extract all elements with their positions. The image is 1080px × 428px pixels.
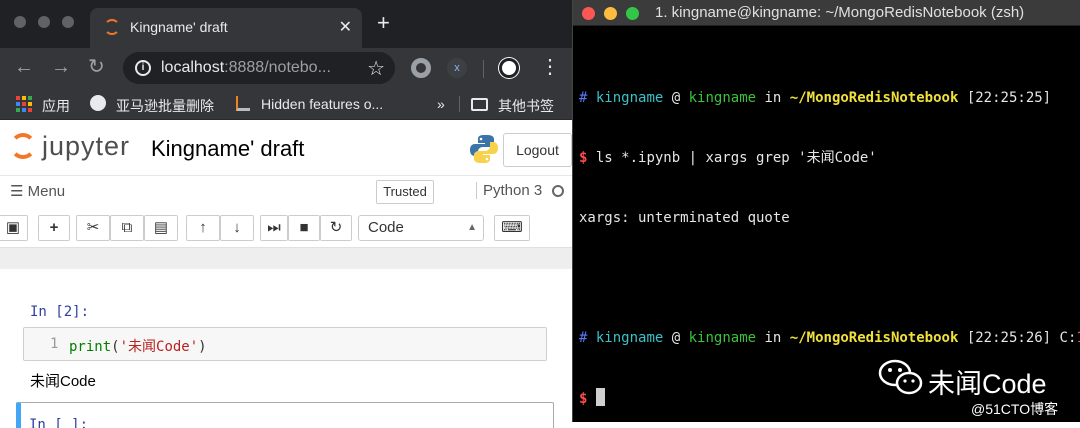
folder-icon: [471, 98, 488, 111]
cell-prompt-empty: In [ ]:: [29, 417, 89, 428]
watermark-site: @51CTO博客: [971, 401, 1059, 417]
kernel-idle-icon: [552, 185, 564, 197]
save-icon[interactable]: ▣: [0, 215, 28, 241]
restart-icon[interactable]: ↻: [320, 215, 352, 241]
minimize-window-icon[interactable]: [38, 16, 50, 28]
notebook-title[interactable]: Kingname' draft: [151, 136, 304, 162]
trusted-indicator[interactable]: Trusted: [376, 180, 434, 204]
browser-window: Kingname' draft ✕ + ← → ↻ i localhost:88…: [0, 0, 572, 428]
globe-icon: [90, 95, 106, 111]
extension-circle-icon[interactable]: [411, 58, 431, 78]
wechat-icon: [878, 359, 923, 395]
terminal-title-bar: 1. kingname@kingname: ~/MongoRedisNotebo…: [573, 0, 1080, 26]
hamburger-icon: ☰: [10, 183, 24, 200]
terminal-title: 1. kingname@kingname: ~/MongoRedisNotebo…: [655, 4, 1025, 21]
insert-cell-icon[interactable]: +: [38, 215, 70, 241]
python-logo-icon: [470, 135, 498, 163]
select-caret-icon: ▲: [467, 222, 477, 233]
extension-x-icon[interactable]: x: [447, 58, 467, 78]
cell-output: 未闻Code: [30, 373, 96, 390]
desktop: Kingname' draft ✕ + ← → ↻ i localhost:88…: [0, 0, 1080, 428]
jupyter-logo-text[interactable]: jupyter: [42, 131, 130, 162]
browser-menu-icon[interactable]: ⋮: [540, 56, 560, 78]
run-icon[interactable]: ⏭: [260, 215, 288, 241]
close-window-icon[interactable]: [14, 16, 26, 28]
desktop-strip: [572, 422, 1080, 428]
jupyter-favicon-icon: [104, 19, 120, 35]
cut-icon[interactable]: ✂: [76, 215, 110, 241]
zoom-window-icon[interactable]: [626, 7, 639, 20]
terminal-prompt-line: # kingname @ kingname in ~/MongoRedisNot…: [579, 90, 1052, 106]
bookmark-apps[interactable]: 应用: [42, 96, 70, 116]
cell-prompt: In [2]:: [30, 304, 90, 320]
minimize-window-icon[interactable]: [604, 7, 617, 20]
cell-type-select[interactable]: Code ▲: [358, 215, 484, 241]
toolbar-divider: [483, 60, 484, 78]
forward-arrow-icon[interactable]: →: [51, 56, 71, 78]
stop-icon[interactable]: ■: [288, 215, 320, 241]
close-window-icon[interactable]: [582, 7, 595, 20]
logout-button[interactable]: Logout: [503, 133, 572, 167]
move-up-icon[interactable]: ↑: [186, 215, 220, 241]
copy-icon[interactable]: ⧉: [110, 215, 144, 241]
code-cell-input[interactable]: 1 print('未闻Code'): [23, 327, 547, 361]
line-number: 1: [50, 336, 59, 352]
terminal-window[interactable]: 1. kingname@kingname: ~/MongoRedisNotebo…: [572, 0, 1080, 422]
paste-icon[interactable]: ▤: [144, 215, 178, 241]
code-line: print('未闻Code'): [69, 339, 207, 355]
bookmark-hidden-features[interactable]: Hidden features o...: [261, 96, 383, 112]
bookmark-star-icon[interactable]: ☆: [367, 56, 385, 81]
stackoverflow-icon: [236, 96, 250, 111]
jupyter-logo-icon[interactable]: [10, 133, 36, 159]
move-down-icon[interactable]: ↓: [220, 215, 254, 241]
bookmark-other[interactable]: 其他书签: [498, 96, 554, 116]
jupyter-toolbar: ▣ + ✂ ⧉ ▤ ↑ ↓ ⏭ ■ ↻ Code ▲ ⌨: [0, 207, 572, 247]
selected-code-cell[interactable]: In [ ]:: [16, 402, 554, 428]
terminal-error-line: xargs: unterminated quote: [579, 210, 790, 226]
terminal-cursor: [595, 388, 605, 406]
tab-jupyter[interactable]: Kingname' draft ✕: [90, 8, 362, 48]
reload-icon[interactable]: ↻: [88, 56, 105, 78]
jupyter-menubar: ☰ Menu Trusted Python 3: [0, 175, 572, 207]
bookmark-amazon-delete[interactable]: 亚马逊批量删除: [116, 96, 214, 116]
close-tab-icon[interactable]: ✕: [339, 17, 352, 37]
kernel-name[interactable]: Python 3: [476, 182, 542, 199]
menu-button[interactable]: ☰ Menu: [10, 182, 65, 200]
back-arrow-icon[interactable]: ←: [14, 56, 34, 78]
notebook-area: In [2]: 1 print('未闻Code') 未闻Code In [ ]:: [0, 269, 572, 428]
new-tab-button[interactable]: +: [377, 12, 390, 34]
zoom-window-icon[interactable]: [62, 16, 74, 28]
terminal-prompt-line: # kingname @ kingname in ~/MongoRedisNot…: [579, 330, 1080, 346]
keyboard-icon[interactable]: ⌨: [494, 215, 530, 241]
bookmark-divider: [459, 96, 460, 112]
watermark-brand: 未闻Code: [928, 369, 1047, 399]
url-text: localhost:8888/notebo...: [161, 59, 331, 76]
extension-blocked-icon[interactable]: [499, 58, 519, 78]
tab-title: Kingname' draft: [130, 19, 228, 35]
terminal-command-line: $ ls *.ipynb | xargs grep '未闻Code': [579, 150, 877, 166]
site-info-icon[interactable]: i: [135, 60, 151, 76]
notebook-toolbar-separator: [0, 247, 572, 269]
bookmarks-bar: 应用 亚马逊批量删除 Hidden features o... » 其他书签: [0, 88, 572, 120]
tab-strip: Kingname' draft ✕ +: [0, 0, 572, 48]
more-bookmarks-chevron-icon[interactable]: »: [437, 96, 445, 112]
browser-toolbar: ← → ↻ i localhost:8888/notebo... ☆ x ⋮: [0, 48, 572, 88]
jupyter-header: jupyter Kingname' draft Logout: [0, 121, 572, 175]
apps-grid-icon[interactable]: [16, 96, 32, 112]
address-bar[interactable]: i localhost:8888/notebo... ☆: [123, 52, 395, 84]
